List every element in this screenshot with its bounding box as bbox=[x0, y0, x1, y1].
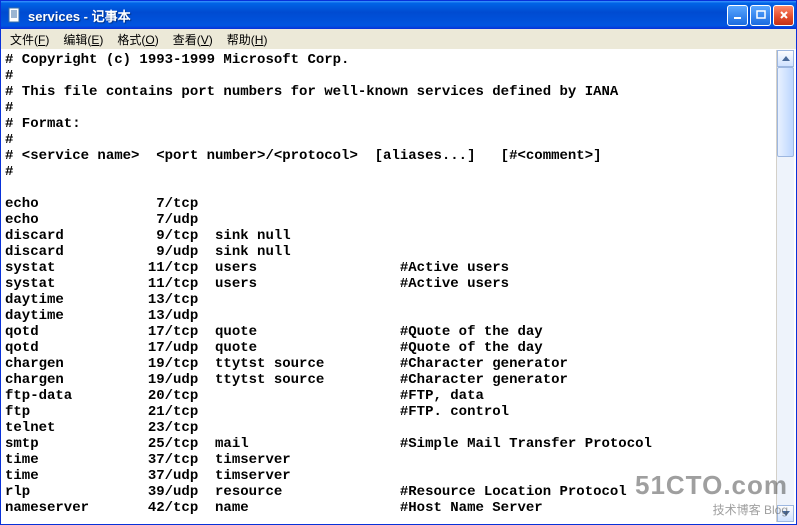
minimize-button[interactable] bbox=[727, 5, 748, 26]
notepad-window: services - 记事本 文件(F) 编辑(E) 格式(O) 查看(V) 帮… bbox=[0, 0, 797, 525]
vertical-scrollbar[interactable] bbox=[776, 50, 794, 522]
menu-help[interactable]: 帮助(H) bbox=[220, 30, 275, 49]
scroll-thumb[interactable] bbox=[777, 67, 794, 157]
menu-edit[interactable]: 编辑(E) bbox=[56, 30, 110, 49]
client-area: # Copyright (c) 1993-1999 Microsoft Corp… bbox=[3, 50, 794, 522]
text-content[interactable]: # Copyright (c) 1993-1999 Microsoft Corp… bbox=[3, 50, 776, 522]
menu-file[interactable]: 文件(F) bbox=[3, 30, 56, 49]
close-button[interactable] bbox=[773, 5, 794, 26]
scroll-down-button[interactable] bbox=[777, 505, 794, 522]
chevron-down-icon bbox=[782, 511, 790, 516]
menu-format[interactable]: 格式(O) bbox=[110, 30, 165, 49]
scroll-up-button[interactable] bbox=[777, 50, 794, 67]
maximize-button[interactable] bbox=[750, 5, 771, 26]
menu-view[interactable]: 查看(V) bbox=[166, 30, 220, 49]
titlebar[interactable]: services - 记事本 bbox=[1, 1, 796, 29]
window-title: services - 记事本 bbox=[28, 6, 727, 25]
menubar: 文件(F) 编辑(E) 格式(O) 查看(V) 帮助(H) bbox=[1, 29, 796, 50]
notepad-icon bbox=[7, 7, 23, 23]
chevron-up-icon bbox=[782, 56, 790, 61]
window-controls bbox=[727, 5, 794, 26]
scroll-track[interactable] bbox=[777, 67, 794, 505]
